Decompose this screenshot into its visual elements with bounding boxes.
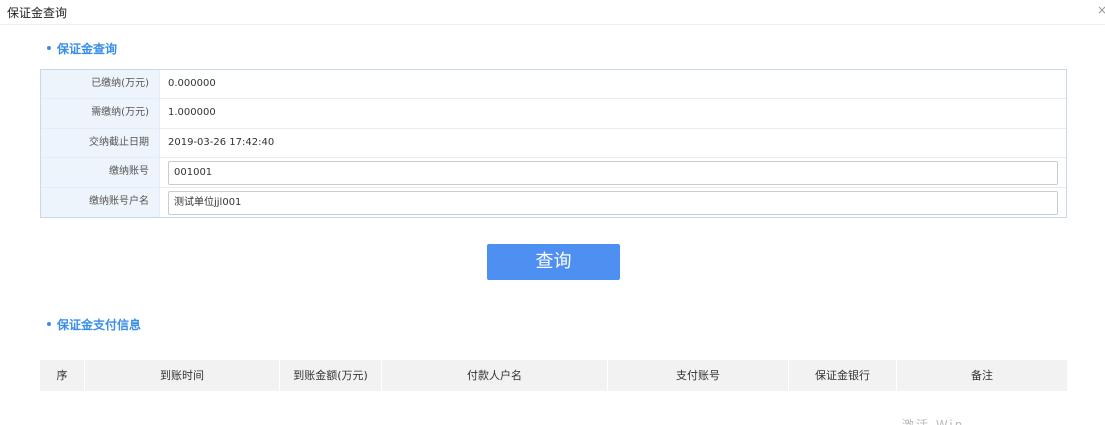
deadline-label: 交纳截止日期 bbox=[41, 128, 160, 158]
column-header-arrival-amount: 到账金额(万元) bbox=[280, 360, 382, 391]
required-amount-label: 需缴纳(万元) bbox=[41, 99, 160, 128]
form-row-deadline: 交纳截止日期 2019-03-26 17:42:40 bbox=[41, 128, 1066, 159]
column-header-deposit-bank: 保证金银行 bbox=[789, 360, 897, 391]
column-header-payer-name: 付款人户名 bbox=[382, 360, 608, 391]
window-title: 保证金查询 bbox=[7, 6, 68, 20]
form-row-paid: 已缴纳(万元) 0.000000 bbox=[41, 70, 1066, 100]
payment-section-title-text: 保证金支付信息 bbox=[57, 318, 142, 332]
column-header-pay-account: 支付账号 bbox=[608, 360, 789, 391]
query-section-title: 保证金查询 bbox=[47, 40, 117, 57]
account-name-input[interactable]: 测试单位jjl001 bbox=[168, 190, 1058, 215]
column-header-index: 序 bbox=[40, 360, 85, 391]
window-titlebar: 保证金查询 × bbox=[0, 0, 1105, 25]
activation-watermark-text: 激活 Win bbox=[902, 418, 965, 425]
deadline-value: 2019-03-26 17:42:40 bbox=[168, 136, 275, 148]
paid-amount-value: 0.000000 bbox=[168, 78, 216, 89]
form-row-account-name: 缴纳账号户名 测试单位jjl001 bbox=[41, 187, 1066, 217]
bullet-dot-icon bbox=[47, 321, 51, 326]
account-name-cell: 测试单位jjl001 bbox=[160, 188, 1066, 217]
paid-amount-label: 已缴纳(万元) bbox=[41, 70, 160, 99]
column-header-remark: 备注 bbox=[971, 369, 993, 382]
column-header-arrival-time: 到账时间 bbox=[85, 360, 280, 391]
account-label: 缴纳账号 bbox=[41, 158, 160, 187]
payment-section-title: 保证金支付信息 bbox=[47, 316, 141, 333]
deposit-info-form: 已缴纳(万元) 0.000000 需缴纳(万元) 1.000000 交纳截止日期… bbox=[40, 69, 1067, 218]
query-section-title-text: 保证金查询 bbox=[57, 42, 118, 56]
required-amount-value: 1.000000 bbox=[168, 107, 216, 119]
account-input[interactable]: 001001 bbox=[168, 161, 1058, 186]
query-button[interactable]: 查询 bbox=[487, 244, 620, 280]
form-row-account: 缴纳账号 001001 bbox=[41, 158, 1066, 188]
form-row-required: 需缴纳(万元) 1.000000 bbox=[41, 99, 1066, 129]
close-icon[interactable]: × bbox=[1097, 3, 1105, 17]
account-cell: 001001 bbox=[160, 158, 1066, 186]
payment-table-header: 序 到账时间 到账金额(万元) 付款人户名 支付账号 保证金银行 备注 bbox=[40, 360, 1067, 391]
bullet-dot-icon bbox=[47, 45, 51, 50]
account-name-label: 缴纳账号户名 bbox=[41, 187, 160, 217]
